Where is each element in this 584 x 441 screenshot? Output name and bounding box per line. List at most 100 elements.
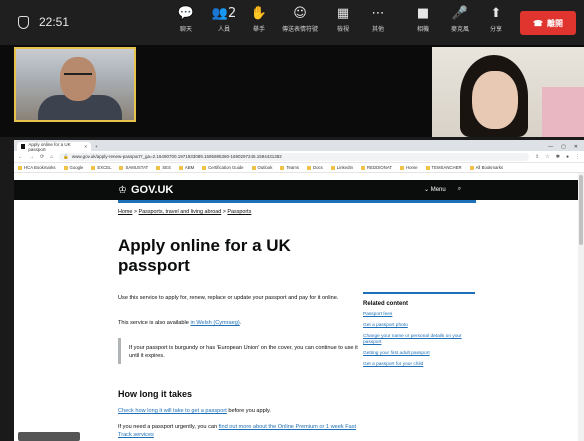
- bookmark-item[interactable]: EXCEL: [91, 165, 111, 170]
- people-button[interactable]: 👥2 人員: [209, 6, 239, 33]
- forward-icon[interactable]: →: [29, 154, 34, 160]
- folder-icon: [63, 165, 68, 170]
- mic-label: 麥克風: [450, 27, 469, 33]
- chevron-down-icon: ⌄: [424, 187, 431, 193]
- bookmark-label: LinkedIn: [336, 165, 354, 170]
- more-icon: ⋯: [371, 6, 385, 21]
- url-field[interactable]: 🔒 www.gov.uk/apply-renew-passport?_ga=2.…: [59, 152, 530, 161]
- bookmark-item[interactable]: Certification Guide: [202, 165, 244, 170]
- camera-icon: ■: [416, 6, 430, 21]
- scrollbar[interactable]: [578, 173, 584, 441]
- home-icon[interactable]: ⌂: [50, 154, 53, 160]
- bookmark-label: Google: [69, 165, 84, 170]
- bookmark-item[interactable]: Teams: [280, 165, 299, 170]
- bookmark-item[interactable]: Google: [63, 165, 84, 170]
- welsh-link[interactable]: in Welsh (Cymraeg): [190, 320, 239, 326]
- bookmark-item[interactable]: REDDIONAT: [361, 165, 392, 170]
- folder-icon: [425, 165, 430, 170]
- maximize-icon[interactable]: ▢: [561, 144, 566, 150]
- close-tab-icon[interactable]: ×: [84, 144, 87, 149]
- related-link-first-adult[interactable]: Getting your first adult passport: [363, 351, 475, 357]
- raise-hand-label: 舉手: [252, 27, 265, 33]
- govuk-favicon-icon: [21, 144, 26, 149]
- chat-button[interactable]: 💬 聊天: [171, 6, 201, 33]
- search-icon[interactable]: ⌕: [458, 186, 461, 193]
- govuk-logo-text: GOV.UK: [130, 184, 174, 196]
- breadcrumb-travel[interactable]: Passports, travel and living abroad: [139, 209, 222, 215]
- govuk-logo[interactable]: ♔ GOV.UK: [118, 184, 173, 196]
- extensions-icon[interactable]: ✱: [556, 154, 560, 160]
- meeting-status: 22:51: [18, 15, 69, 29]
- more-label: 其他: [371, 27, 384, 33]
- menu-dots-icon[interactable]: ⋮: [575, 154, 580, 160]
- urgent-prefix: If you need a passport urgently, you can: [118, 424, 219, 430]
- menu-button[interactable]: ⌄ Menu: [424, 186, 446, 193]
- bookmark-item[interactable]: All Bookmarks: [469, 165, 503, 170]
- camera-button[interactable]: ■ 相機: [408, 6, 438, 33]
- bookmark-label: ABM: [184, 165, 195, 170]
- share-page-icon[interactable]: ⇪: [535, 154, 539, 160]
- check-paragraph: Check how long it will take to get a pas…: [118, 407, 358, 415]
- passport-inset-text: If your passport is burgundy or has 'Eur…: [118, 338, 358, 364]
- participant-video-2[interactable]: [432, 47, 584, 137]
- bookmark-item[interactable]: LinkedIn: [330, 165, 354, 170]
- related-link-photo[interactable]: Get a passport photo: [363, 323, 475, 329]
- govuk-header: ♔ GOV.UK ⌄ Menu ⌕: [14, 180, 584, 200]
- urgent-paragraph: If you need a passport urgently, you can…: [118, 423, 358, 439]
- leave-button[interactable]: ☎ 離開: [520, 11, 576, 35]
- lock-icon: 🔒: [63, 153, 69, 159]
- check-time-link[interactable]: Check how long it will take to get a pas…: [118, 408, 227, 414]
- mic-button[interactable]: 🎤 麥克風: [445, 6, 475, 33]
- folder-icon: [307, 165, 311, 170]
- shield-icon: [18, 15, 29, 29]
- profile-icon[interactable]: ●: [566, 154, 569, 160]
- bookmark-label: Home: [406, 165, 418, 170]
- section-heading: How long it takes: [118, 389, 193, 399]
- camera-label: 相機: [416, 27, 429, 33]
- related-link-fees[interactable]: Passport fees: [363, 312, 475, 318]
- header-actions: ⌄ Menu ⌕: [424, 186, 461, 193]
- emoji-button[interactable]: ☺ 傳送表情符號: [282, 6, 318, 33]
- bookmark-item[interactable]: Docs: [307, 165, 323, 170]
- share-button[interactable]: ⬆ 分享: [481, 6, 511, 33]
- more-button[interactable]: ⋯ 其他: [363, 6, 393, 33]
- raise-hand-button[interactable]: ✋ 舉手: [244, 6, 274, 33]
- bookmark-item[interactable]: TEMSANCHER: [425, 165, 462, 170]
- bookmark-item[interactable]: SAMUSTAT: [119, 165, 148, 170]
- scrollbar-thumb[interactable]: [579, 175, 583, 245]
- participant-video-1[interactable]: [14, 47, 136, 122]
- folder-icon: [469, 165, 474, 170]
- reload-icon[interactable]: ⟳: [40, 154, 44, 160]
- close-window-icon[interactable]: ✕: [574, 144, 578, 150]
- menu-label: Menu: [430, 187, 446, 193]
- folder-icon: [400, 165, 405, 170]
- star-icon[interactable]: ☆: [545, 154, 549, 160]
- bookmark-item[interactable]: ABM: [178, 165, 195, 170]
- bookmark-item[interactable]: Outlook: [251, 165, 272, 170]
- page-title: Apply online for a UK passport: [118, 236, 291, 275]
- bookmark-item[interactable]: SES: [156, 165, 171, 170]
- view-button[interactable]: ▦ 檢視: [328, 6, 358, 33]
- bookmark-item[interactable]: HCA Bookmarks: [18, 165, 56, 170]
- background-object: [542, 87, 584, 137]
- related-rule: [363, 292, 475, 294]
- back-icon[interactable]: ←: [18, 154, 23, 160]
- new-tab-button[interactable]: +: [95, 142, 98, 151]
- related-link-child[interactable]: Get a passport for your child: [363, 362, 475, 368]
- breadcrumb-home[interactable]: Home: [118, 209, 132, 215]
- bookmark-item[interactable]: Home: [400, 165, 418, 170]
- bookmarks-bar: HCA Bookmarks Google EXCEL SAMUSTAT SES …: [14, 163, 584, 173]
- address-bar-row: ← → ⟳ ⌂ 🔒 www.gov.uk/apply-renew-passpor…: [14, 151, 584, 163]
- people-icon: 👥2: [211, 6, 237, 21]
- mic-icon: 🎤: [451, 6, 469, 21]
- browser-tab[interactable]: Apply online for a UK passport ×: [17, 141, 91, 152]
- header-accent-bar: [118, 200, 476, 203]
- folder-icon: [202, 165, 207, 170]
- tab-title: Apply online for a UK passport: [28, 141, 71, 152]
- folder-icon: [178, 165, 183, 170]
- related-link-change-name[interactable]: Change your name or personal details on …: [363, 334, 475, 346]
- minimize-icon[interactable]: —: [548, 144, 553, 150]
- hand-icon: ✋: [250, 6, 268, 21]
- breadcrumb-passports[interactable]: Passports: [227, 209, 251, 215]
- bookmark-label: Certification Guide: [208, 165, 244, 170]
